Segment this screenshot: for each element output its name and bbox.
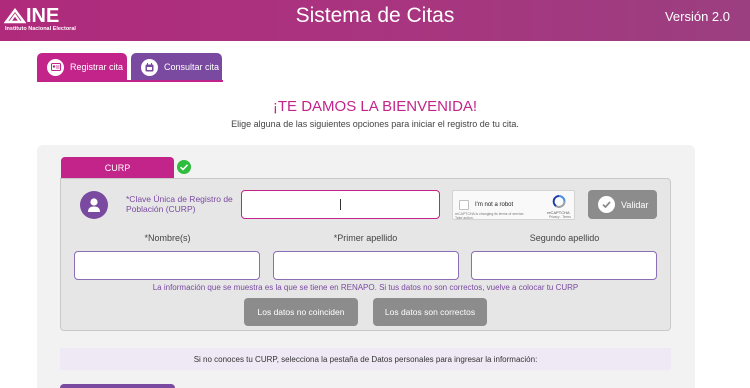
recaptcha-notice[interactable]: reCAPTCHA is changing its terms of servi… bbox=[455, 212, 525, 220]
app-header: INE Instituto Nacional Electoral Sistema… bbox=[0, 0, 750, 41]
datos-correctos-button[interactable]: Los datos son correctos bbox=[373, 298, 487, 326]
tab-consultar-cita[interactable]: Consultar cita bbox=[131, 53, 222, 81]
primer-apellido-label: *Primer apellido bbox=[333, 233, 398, 243]
check-circle-icon bbox=[177, 160, 191, 174]
tab-underline bbox=[37, 80, 223, 82]
recaptcha-logo-icon bbox=[552, 195, 566, 208]
version-label: Versión 2.0 bbox=[664, 9, 730, 24]
recaptcha-terms[interactable]: Privacy - Terms bbox=[549, 215, 571, 219]
primer-apellido-input[interactable] bbox=[273, 251, 459, 280]
tab-registrar-cita[interactable]: Registrar cita bbox=[37, 53, 127, 81]
curp-help-note: Si no conoces tu CURP, selecciona la pes… bbox=[60, 348, 671, 370]
nombre-label: *Nombre(s) bbox=[144, 233, 191, 243]
calendar-icon bbox=[141, 58, 158, 76]
user-avatar-icon bbox=[80, 191, 108, 219]
recaptcha-label: I'm not a robot bbox=[475, 202, 514, 208]
tab-consultar-label: Consultar cita bbox=[164, 62, 220, 72]
tab-curp[interactable]: CURP bbox=[61, 157, 174, 179]
recaptcha-checkbox[interactable] bbox=[459, 200, 469, 210]
validar-button[interactable]: Validar bbox=[588, 190, 657, 219]
segundo-apellido-label: Segundo apellido bbox=[529, 233, 600, 243]
app-title: Sistema de Citas bbox=[295, 4, 455, 27]
validar-label: Validar bbox=[621, 199, 649, 210]
text-cursor bbox=[340, 199, 341, 210]
curp-label: *Clave Única de Registro de Población (C… bbox=[126, 194, 233, 214]
nombre-input[interactable] bbox=[74, 251, 260, 280]
welcome-title: ¡TE DAMOS LA BIENVENIDA! bbox=[272, 98, 478, 115]
id-card-icon bbox=[47, 58, 64, 76]
welcome-subtitle: Elige alguna de las siguientes opciones … bbox=[231, 119, 519, 129]
tab-registrar-label: Registrar cita bbox=[70, 62, 124, 72]
check-icon bbox=[598, 196, 615, 213]
tab-datos-personales[interactable] bbox=[60, 384, 175, 388]
segundo-apellido-input[interactable] bbox=[471, 251, 657, 280]
recaptcha-widget[interactable]: I'm not a robot reCAPTCHA is changing it… bbox=[452, 190, 575, 220]
datos-no-coinciden-button[interactable]: Los datos no coinciden bbox=[244, 298, 358, 326]
renapo-info-text: La información que se muestra es la que … bbox=[152, 283, 579, 292]
